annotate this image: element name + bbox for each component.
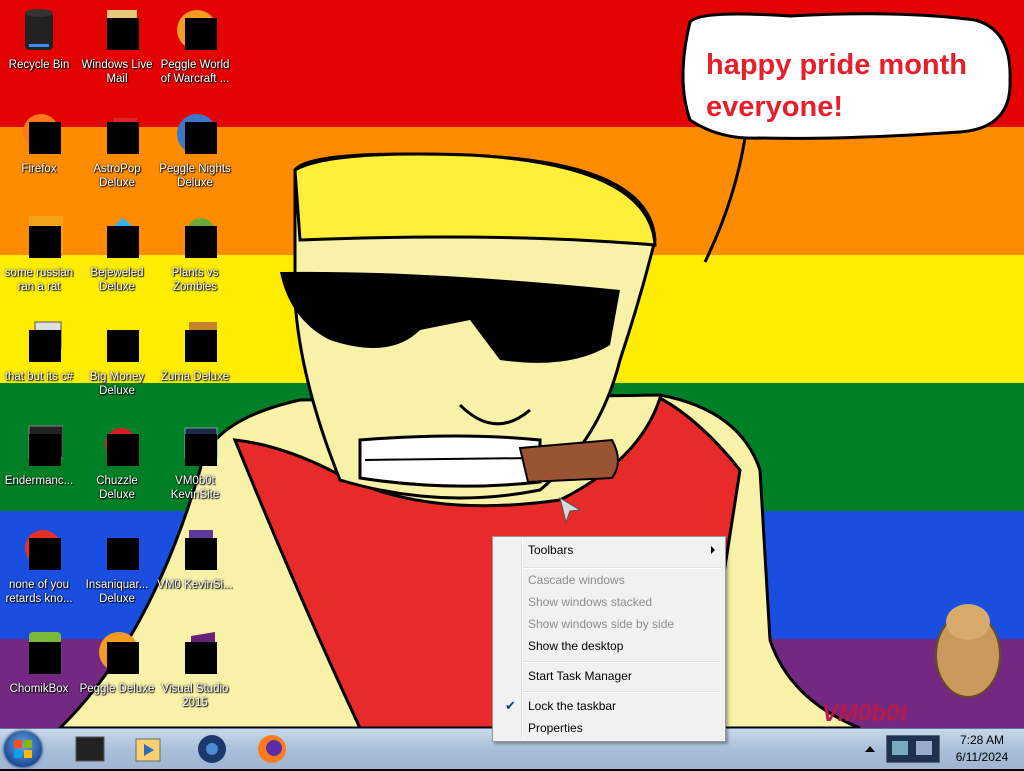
desktop-icon-none-of-you[interactable]: none of you retards kno... <box>0 526 78 606</box>
money-bag-icon <box>93 318 141 366</box>
menu-item-show-windows-stacked[interactable]: Show windows stacked <box>495 591 723 613</box>
submenu-arrow-icon <box>711 546 715 554</box>
desktop-icon-bejeweled[interactable]: Bejeweled Deluxe <box>78 214 156 294</box>
menu-item-start-task-manager[interactable]: Start Task Manager <box>495 665 723 687</box>
desktop-icon-peggle-wow[interactable]: Peggle World of Warcraft ... <box>156 6 234 86</box>
system-tray: 7:28 AM 6/11/2024 <box>864 729 1024 769</box>
desktop-icon-vm0b0t-kevinsite[interactable]: VM0b0t KevinSite <box>156 422 234 502</box>
chomikbox-icon <box>15 630 63 678</box>
desktop-icon-insaniquarium[interactable]: Insaniquar... Deluxe <box>78 526 156 606</box>
desktop-icon-that-but-csharp[interactable]: that but its c# <box>0 318 78 384</box>
fish-icon <box>93 526 141 574</box>
mail-icon <box>93 6 141 54</box>
menu-item-lock-the-taskbar[interactable]: ✔ Lock the taskbar <box>495 695 723 717</box>
website-icon <box>171 422 219 470</box>
system-clock[interactable]: 7:28 AM 6/11/2024 <box>946 732 1018 766</box>
document-icon <box>171 526 219 574</box>
desktop-icon-firefox[interactable]: Firefox <box>0 110 78 176</box>
desktop-icon-chomikbox[interactable]: ChomikBox <box>0 630 78 696</box>
astropop-icon <box>93 110 141 158</box>
app-icon <box>15 422 64 470</box>
peggle-icon <box>93 630 141 678</box>
desktop-icon-peggle-deluxe[interactable]: Peggle Deluxe <box>78 630 156 696</box>
menu-item-show-the-desktop[interactable]: Show the desktop <box>495 635 723 657</box>
peggle-icon <box>171 110 219 158</box>
firefox-icon <box>15 110 63 158</box>
tray-app-icons[interactable] <box>886 735 940 763</box>
desktop-icon-vm0-kevinsite[interactable]: VM0 KevinSi... <box>156 526 234 592</box>
app-icon <box>15 214 63 262</box>
recycle-bin-icon <box>15 6 63 54</box>
desktop-icon-astropop[interactable]: AstroPop Deluxe <box>78 110 156 190</box>
menu-item-cascade-windows[interactable]: Cascade windows <box>495 569 723 591</box>
peggle-icon <box>171 6 219 54</box>
firefox-icon <box>258 735 286 763</box>
start-button[interactable] <box>4 731 42 767</box>
mouse-pointer-icon <box>559 496 582 524</box>
pvz-icon <box>171 214 219 262</box>
desktop-icon-russian-rat[interactable]: some russian ran a rat <box>0 214 78 294</box>
steam-icon <box>198 735 226 763</box>
console-icon <box>75 736 105 762</box>
taskbar-context-menu[interactable]: Toolbars Cascade windows Show windows st… <box>492 536 726 742</box>
menu-separator <box>523 691 721 693</box>
speech-bubble-text: happy pride month everyone! <box>706 49 967 123</box>
taskbar-pinned-media-player[interactable] <box>120 731 176 767</box>
menu-item-toolbars[interactable]: Toolbars <box>495 539 723 561</box>
checkmark-icon: ✔ <box>505 698 516 713</box>
desktop-icon-peggle-nights[interactable]: Peggle Nights Deluxe <box>156 110 234 190</box>
menu-item-show-windows-side-by-side[interactable]: Show windows side by side <box>495 613 723 635</box>
app-icon <box>15 318 63 366</box>
visual-studio-icon <box>171 630 219 678</box>
show-hidden-icons-icon[interactable] <box>864 743 876 755</box>
desktop-icon-endermanc[interactable]: Endermanc... <box>0 422 78 488</box>
desktop-icon-zuma[interactable]: Zuma Deluxe <box>156 318 234 384</box>
chuzzle-icon <box>93 422 141 470</box>
clock-time: 7:28 AM <box>959 733 1005 747</box>
zuma-icon <box>171 318 219 366</box>
taskbar-pinned-steam[interactable] <box>184 731 240 767</box>
bejeweled-icon <box>93 214 141 262</box>
desktop-icon-visual-studio[interactable]: Visual Studio 2015 <box>156 630 234 710</box>
clock-date: 6/11/2024 <box>955 750 1009 764</box>
app-icon <box>15 526 63 574</box>
menu-item-properties[interactable]: Properties <box>495 717 723 739</box>
taskbar-pinned-console[interactable] <box>62 731 118 767</box>
desktop-icon-plants-vs-zombies[interactable]: Plants vs Zombies <box>156 214 234 294</box>
media-player-icon <box>135 738 161 762</box>
desktop-icon-recycle-bin[interactable]: Recycle Bin <box>0 6 78 72</box>
desktop-icon-big-money[interactable]: Big Money Deluxe <box>78 318 156 398</box>
taskbar-pinned-firefox[interactable] <box>244 731 300 767</box>
wallpaper-signature: VM0b0t <box>822 700 908 727</box>
desktop-icon-chuzzle[interactable]: Chuzzle Deluxe <box>78 422 156 502</box>
windows-logo-icon <box>14 740 32 758</box>
desktop-icon-windows-live-mail[interactable]: Windows Live Mail <box>78 6 156 86</box>
menu-separator <box>523 661 721 663</box>
